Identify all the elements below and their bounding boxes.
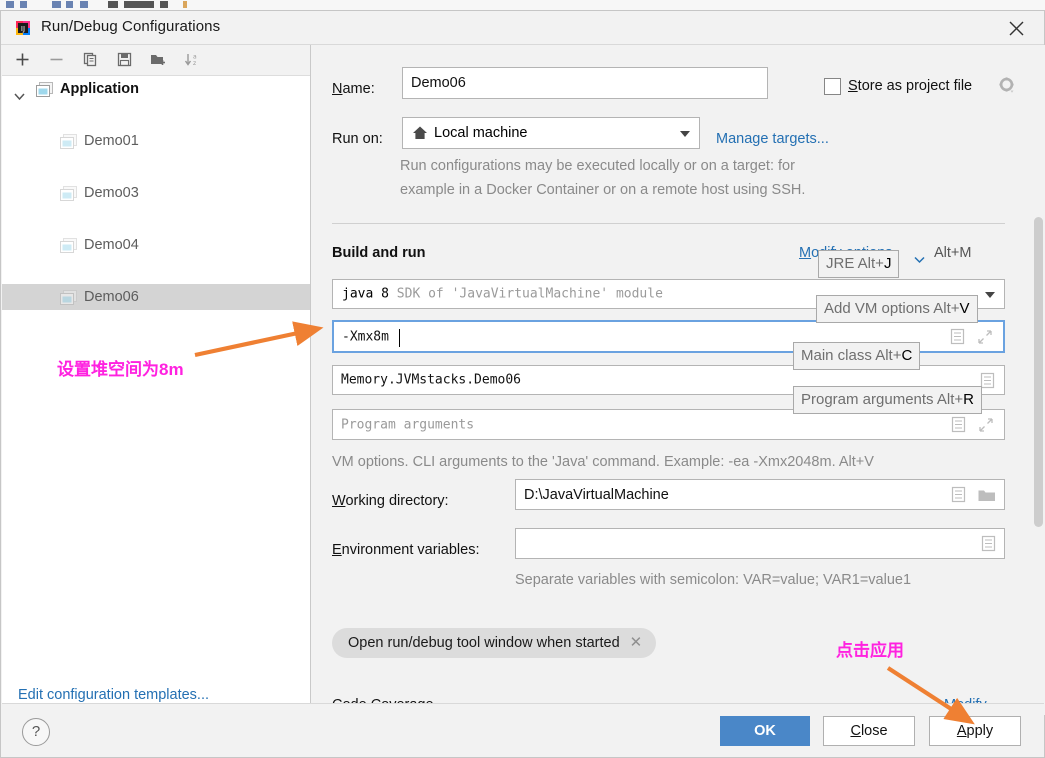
folder-add-icon[interactable] (146, 48, 170, 72)
jre-value: java 8 SDK of 'JavaVirtualMachine' modul… (342, 287, 663, 302)
main-class-value: Memory.JVMstacks.Demo06 (341, 372, 522, 388)
run-on-hint-line-1: Run configurations may be executed local… (400, 158, 795, 174)
tree-item-demo04[interactable]: Demo04 (2, 232, 310, 258)
name-input[interactable]: Demo06 (402, 67, 768, 99)
run-debug-configurations-screen: IJ Run/Debug Configurations a z Applicat… (0, 0, 1045, 758)
intellij-idea-icon: IJ (15, 20, 31, 36)
tooltip-program-arguments: Program arguments Alt+R (793, 386, 983, 414)
name-input-value: Demo06 (411, 75, 466, 91)
title-bar: IJ Run/Debug Configurations (1, 11, 1044, 45)
store-as-project-file-checkbox[interactable] (824, 78, 841, 95)
help-button[interactable]: ? (22, 718, 50, 746)
list-icon[interactable] (980, 372, 995, 392)
configuration-form: Name: Demo06 Store as project file Run o… (312, 45, 1045, 715)
configurations-sidebar: a z Application Demo01 Demo03 Demo04 Dem… (2, 45, 311, 715)
annotation-set-heap: 设置堆空间为8m (57, 360, 184, 379)
minus-icon[interactable] (44, 48, 68, 72)
tree-item-application[interactable]: Application (2, 76, 310, 102)
list-icon[interactable] (981, 535, 996, 555)
tooltip-text: Program arguments Alt+ (801, 391, 964, 408)
tooltip-text: Add VM options Alt+ (824, 300, 960, 317)
run-on-label: Run on: (332, 131, 383, 147)
manage-targets-link[interactable]: Manage targets... (716, 131, 829, 147)
chip-label: Open run/debug tool window when started (348, 635, 620, 651)
tree-item-demo03[interactable]: Demo03 (2, 180, 310, 206)
annotation-click-apply: 点击应用 (836, 641, 904, 660)
jre-value-suffix: SDK of 'JavaVirtualMachine' module (396, 286, 663, 302)
save-icon[interactable] (112, 48, 136, 72)
svg-text:IJ: IJ (21, 25, 25, 33)
form-scrollbar-track[interactable] (1032, 217, 1045, 567)
sidebar-toolbar: a z (2, 45, 310, 76)
config-icon (60, 133, 77, 159)
plus-icon[interactable] (10, 48, 34, 72)
home-icon (412, 125, 428, 144)
tooltip-text: JRE Alt+ (826, 255, 884, 272)
expand-icon[interactable] (977, 329, 993, 348)
close-small-icon[interactable]: ✕ (630, 628, 643, 658)
list-icon[interactable] (951, 486, 966, 506)
list-icon[interactable] (950, 328, 965, 348)
config-icon (60, 289, 77, 315)
jre-value-prefix: java 8 (342, 286, 389, 302)
dialog-title: Run/Debug Configurations (41, 18, 221, 35)
environment-variables-label: Environment variables: (332, 542, 480, 558)
store-as-project-file-label: Store as project file (848, 78, 973, 94)
run-on-value: Local machine (434, 125, 528, 141)
tree-item-label: Application (60, 81, 139, 97)
edit-configuration-templates-link[interactable]: Edit configuration templates... (18, 687, 209, 703)
chevron-down-icon[interactable] (14, 84, 25, 110)
tree-item-label: Demo03 (84, 185, 139, 201)
working-directory-label: Working directory: (332, 493, 449, 509)
config-icon (60, 185, 77, 211)
working-directory-value: D:\JavaVirtualMachine (524, 486, 669, 503)
run-on-dropdown[interactable]: Local machine (402, 117, 700, 149)
modify-options-shortcut: Alt+M (934, 245, 972, 261)
close-button[interactable]: Close (823, 716, 915, 746)
tree-item-label: Demo06 (84, 289, 139, 305)
program-arguments-placeholder: Program arguments (341, 417, 475, 432)
run-on-hint-line-2: example in a Docker Container or on a re… (400, 182, 806, 198)
vm-options-value: -Xmx8m (342, 329, 389, 344)
chevron-down-icon (680, 131, 690, 137)
name-label: Name: (332, 81, 375, 97)
dialog-footer: ? OK Close Apply (2, 703, 1044, 756)
apply-button[interactable]: Apply (929, 716, 1021, 746)
tooltip-key: J (883, 255, 892, 272)
svg-text:z: z (193, 60, 196, 67)
expand-icon[interactable] (978, 417, 994, 436)
tooltip-key: V (959, 300, 970, 317)
tooltip-jre: JRE Alt+J (818, 250, 900, 278)
ok-button[interactable]: OK (720, 716, 810, 746)
text-cursor (399, 329, 400, 347)
working-directory-input[interactable]: D:\JavaVirtualMachine (515, 479, 1005, 510)
tree-item-label: Demo01 (84, 133, 139, 149)
close-icon[interactable] (1002, 16, 1030, 40)
tree-item-label: Demo04 (84, 237, 139, 253)
tooltip-text: Main class Alt+ (801, 347, 902, 364)
background-ide-sliver (0, 0, 1045, 10)
gear-icon[interactable] (999, 77, 1016, 97)
folder-icon[interactable] (978, 488, 996, 506)
copy-icon[interactable] (78, 48, 102, 72)
tooltip-key: C (901, 347, 913, 364)
chevron-down-icon (985, 292, 995, 298)
form-scrollbar-thumb[interactable] (1034, 217, 1043, 527)
environment-variables-hint: Separate variables with semicolon: VAR=v… (515, 572, 912, 588)
tree-item-demo06[interactable]: Demo06 (2, 284, 310, 310)
config-icon (60, 237, 77, 263)
tooltip-key: R (963, 391, 975, 408)
environment-variables-input[interactable] (515, 528, 1005, 559)
tooltip-main-class: Main class Alt+C (793, 342, 921, 370)
build-and-run-header: Build and run (332, 245, 426, 261)
application-config-icon (36, 81, 53, 107)
tooltip-add-vm-options: Add VM options Alt+V (816, 295, 978, 323)
list-icon[interactable] (951, 416, 966, 436)
open-tool-window-chip[interactable]: Open run/debug tool window when started ✕ (332, 628, 657, 658)
tree-item-demo01[interactable]: Demo01 (2, 128, 310, 154)
section-divider-top (332, 223, 1005, 224)
sort-az-icon[interactable]: a z (180, 48, 204, 72)
vm-options-hint: VM options. CLI arguments to the 'Java' … (332, 454, 874, 470)
chevron-down-icon[interactable] (914, 251, 925, 267)
